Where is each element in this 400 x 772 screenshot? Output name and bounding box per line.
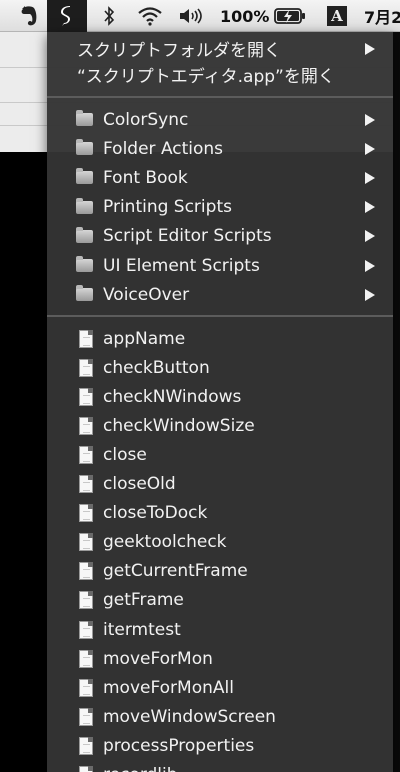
submenu-arrow-icon	[365, 230, 375, 243]
menu-item-label: checkWindowSize	[103, 415, 255, 436]
menu-item-script[interactable]: getFrame	[47, 586, 393, 615]
script-file-icon	[79, 678, 93, 697]
menu-item-script[interactable]: moveForMonAll	[47, 673, 393, 702]
menu-item-label: closeOld	[103, 474, 176, 494]
evernote-icon[interactable]	[12, 0, 46, 32]
folder-icon	[76, 256, 93, 272]
script-file-icon	[79, 620, 93, 639]
bluetooth-icon[interactable]	[96, 0, 122, 32]
submenu-arrow-icon	[365, 142, 375, 155]
script-file-icon	[79, 504, 93, 523]
date-text: 7月2	[364, 8, 400, 27]
submenu-arrow-icon	[365, 171, 375, 184]
menu-item-label: スクリプトフォルダを開く	[77, 41, 281, 61]
submenu-arrow-icon	[365, 113, 375, 126]
input-method-icon[interactable]: A	[324, 0, 350, 32]
menu-item-label: geektoolcheck	[103, 532, 227, 553]
menu-item-header[interactable]: “スクリプトエディタ.app”を開く	[47, 60, 393, 89]
script-file-icon	[79, 416, 93, 435]
menu-item-script[interactable]: getCurrentFrame	[47, 557, 393, 586]
folder-icon	[76, 110, 93, 126]
menu-item-script[interactable]: close	[47, 440, 393, 469]
script-file-icon	[79, 736, 93, 755]
submenu-arrow-icon	[365, 288, 375, 301]
volume-icon[interactable]	[176, 0, 210, 32]
menu-item-script[interactable]: itermtest	[47, 615, 393, 644]
menu-item-label: Printing Scripts	[103, 197, 232, 218]
menu-item-label: UI Element Scripts	[103, 255, 260, 276]
script-file-icon	[79, 707, 93, 726]
menu-separator	[47, 315, 393, 317]
menu-item-label: closeToDock	[103, 503, 208, 524]
menu-item-label: checkNWindows	[103, 386, 242, 407]
script-file-icon	[79, 533, 93, 552]
menu-item-label: recordlib	[103, 765, 178, 772]
folder-icon	[76, 168, 93, 185]
menu-item-folder[interactable]: UI Element Scripts	[47, 251, 393, 280]
script-file-icon	[79, 649, 93, 668]
menu-item-script[interactable]: checkNWindows	[47, 382, 393, 411]
menu-item-label: appName	[103, 328, 186, 349]
menu-item-label: moveForMon	[103, 648, 213, 669]
menu-item-script[interactable]: checkWindowSize	[47, 411, 393, 440]
folder-icon	[76, 139, 93, 156]
menu-item-label: getCurrentFrame	[103, 561, 248, 582]
menu-item-script[interactable]: closeOld	[47, 470, 393, 499]
battery-text: 100%	[220, 6, 270, 26]
menu-item-script[interactable]: moveForMon	[47, 644, 393, 673]
menu-item-label: ColorSync	[103, 109, 189, 130]
menu-item-label: close	[103, 444, 147, 465]
folder-icon	[76, 285, 93, 302]
folder-icon	[76, 226, 93, 243]
script-file-icon	[79, 562, 93, 581]
menu-item-header[interactable]: スクリプトフォルダを開く	[47, 34, 393, 63]
menu-item-label: “スクリプトエディタ.app”を開く	[77, 67, 335, 87]
submenu-arrow-icon	[365, 42, 375, 55]
menu-item-script[interactable]: recordlib	[47, 761, 393, 772]
menu-item-folder[interactable]: VoiceOver	[47, 280, 393, 309]
menu-bar: 100% A 7月2	[0, 0, 400, 32]
submenu-arrow-icon	[365, 201, 375, 214]
script-file-icon	[79, 358, 93, 377]
menu-item-script[interactable]: checkButton	[47, 353, 393, 382]
menu-item-folder[interactable]: Script Editor Scripts	[47, 222, 393, 251]
menu-item-label: getFrame	[103, 590, 184, 611]
menu-item-label: processProperties	[103, 735, 255, 756]
menu-item-script[interactable]: processProperties	[47, 731, 393, 760]
menu-item-label: moveWindowScreen	[103, 706, 276, 727]
menu-item-label: moveForMonAll	[103, 677, 234, 698]
script-menu-dropdown: スクリプトフォルダを開く “スクリプトエディタ.app”を開く ColorSync…	[47, 32, 393, 772]
script-file-icon	[79, 475, 93, 493]
menu-item-label: Folder Actions	[103, 138, 224, 159]
menu-item-folder[interactable]: Folder Actions	[47, 134, 393, 163]
clock[interactable]: 7月2	[364, 0, 400, 32]
script-file-icon	[79, 387, 93, 406]
menu-item-script[interactable]: moveWindowScreen	[47, 702, 393, 731]
menu-item-script[interactable]: appName	[47, 324, 393, 353]
menu-item-script[interactable]: closeToDock	[47, 499, 393, 528]
desktop-edge	[393, 32, 400, 772]
script-file-icon	[79, 591, 93, 610]
wifi-icon[interactable]	[134, 0, 166, 32]
script-file-icon	[79, 766, 93, 772]
battery-percentage[interactable]: 100%	[220, 0, 270, 32]
menu-item-label: itermtest	[103, 619, 181, 640]
menu-item-label: Script Editor Scripts	[103, 226, 272, 247]
script-file-icon	[79, 445, 93, 464]
menu-item-label: VoiceOver	[103, 284, 190, 305]
menu-separator	[47, 96, 393, 98]
submenu-arrow-icon	[365, 259, 375, 272]
menu-item-label: checkButton	[103, 357, 210, 378]
battery-icon[interactable]	[272, 0, 308, 32]
script-menu-icon[interactable]	[47, 0, 87, 32]
script-file-icon	[79, 329, 93, 348]
folder-icon	[76, 197, 93, 214]
menu-item-folder[interactable]: Font Book	[47, 163, 393, 192]
menu-item-folder[interactable]: Printing Scripts	[47, 193, 393, 222]
menu-item-label: Font Book	[103, 167, 188, 188]
menu-item-script[interactable]: geektoolcheck	[47, 528, 393, 557]
menu-item-folder[interactable]: ColorSync	[47, 105, 393, 134]
